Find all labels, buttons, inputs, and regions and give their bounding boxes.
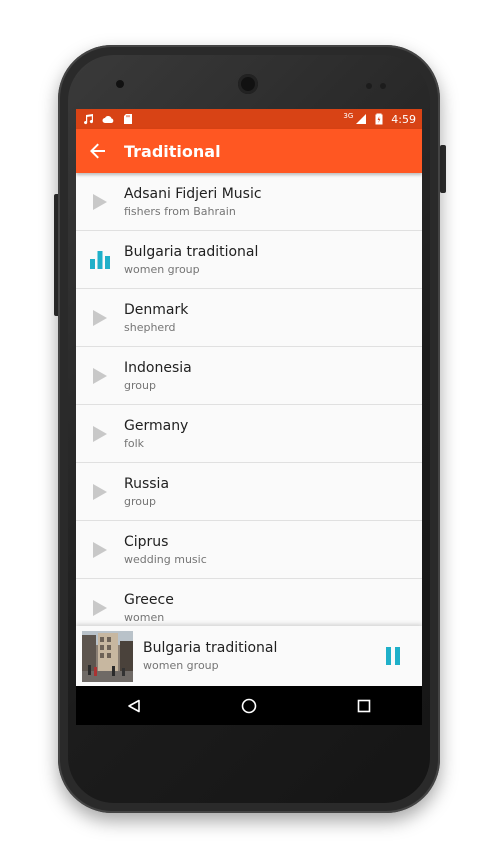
track-subtitle: group	[124, 494, 156, 508]
album-art[interactable]	[82, 630, 133, 682]
play-icon[interactable]	[93, 541, 107, 558]
track-title: Bulgaria traditional	[124, 243, 259, 260]
track-subtitle: folk	[124, 436, 145, 450]
music-note-icon	[84, 114, 94, 125]
status-bar: 3G 4:59	[76, 109, 422, 129]
track-row-active[interactable]: Bulgaria traditional women group	[76, 231, 422, 289]
system-nav-bar	[76, 686, 422, 725]
nav-recents-button[interactable]	[349, 691, 379, 721]
arrow-back-icon	[90, 143, 105, 159]
street-photo-image	[82, 630, 133, 682]
proximity-sensor	[366, 83, 372, 89]
recents-square-icon	[358, 699, 371, 712]
track-row[interactable]: Greece women	[76, 579, 422, 630]
back-button[interactable]	[88, 141, 108, 161]
track-title: Greece	[124, 591, 174, 608]
back-triangle-icon	[127, 699, 140, 712]
play-icon[interactable]	[93, 193, 107, 210]
track-row[interactable]: Denmark shepherd	[76, 289, 422, 347]
track-title: Adsani Fidjeri Music	[124, 185, 262, 202]
track-subtitle: women	[124, 610, 165, 624]
play-icon[interactable]	[93, 367, 107, 384]
track-title: Russia	[124, 475, 170, 492]
now-playing-subtitle: women group	[143, 659, 219, 672]
cloud-icon	[102, 116, 114, 123]
page-title: Traditional	[124, 141, 221, 161]
track-subtitle: fishers from Bahrain	[124, 204, 236, 218]
track-row[interactable]: Ciprus wedding music	[76, 521, 422, 579]
play-icon[interactable]	[93, 599, 107, 616]
phone-screen: 3G 4:59 Traditional Adsani Fidjeri Music	[76, 109, 422, 725]
nav-home-button[interactable]	[234, 691, 264, 721]
pause-icon	[386, 647, 391, 665]
equalizer-icon	[90, 250, 110, 269]
battery-icon	[375, 113, 383, 125]
sd-card-icon	[124, 114, 132, 124]
app-toolbar: Traditional	[76, 129, 422, 173]
track-title: Germany	[124, 417, 189, 434]
power-button	[440, 145, 446, 193]
track-subtitle: wedding music	[124, 552, 207, 566]
now-playing-bar[interactable]: Bulgaria traditional women group	[76, 626, 422, 686]
pause-icon-bar	[395, 647, 400, 665]
track-title: Ciprus	[124, 533, 169, 550]
track-subtitle: women group	[124, 262, 200, 276]
play-icon[interactable]	[93, 309, 107, 326]
track-list[interactable]: Adsani Fidjeri Music fishers from Bahrai…	[76, 173, 422, 630]
pause-button[interactable]	[386, 647, 404, 665]
track-subtitle: shepherd	[124, 320, 176, 334]
signal-icon	[356, 114, 367, 124]
track-row[interactable]: Germany folk	[76, 405, 422, 463]
nav-back-button[interactable]	[119, 691, 149, 721]
play-icon[interactable]	[93, 425, 107, 442]
status-time: 4:59	[391, 112, 416, 126]
track-row[interactable]: Indonesia group	[76, 347, 422, 405]
now-playing-title: Bulgaria traditional	[143, 640, 278, 656]
track-subtitle: group	[124, 378, 156, 392]
play-icon[interactable]	[93, 483, 107, 500]
network-type: 3G	[343, 112, 354, 120]
earpiece-speaker	[238, 74, 258, 94]
track-title: Indonesia	[124, 359, 192, 376]
track-title: Denmark	[124, 301, 189, 318]
front-sensor	[116, 80, 124, 88]
light-sensor	[380, 83, 386, 89]
home-circle-icon	[241, 698, 257, 713]
track-row[interactable]: Russia group	[76, 463, 422, 521]
track-row[interactable]: Adsani Fidjeri Music fishers from Bahrai…	[76, 173, 422, 231]
